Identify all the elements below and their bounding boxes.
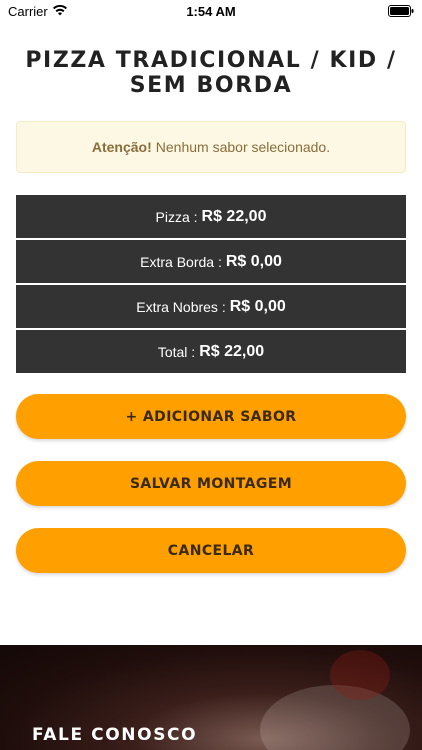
- summary-value: R$ 0,00: [225, 252, 282, 270]
- alert-strong: Atenção!: [91, 139, 152, 155]
- summary-value: R$ 22,00: [199, 342, 265, 360]
- summary-label: Pizza :: [155, 208, 198, 225]
- status-bar: Carrier 1:54 AM: [0, 0, 422, 22]
- summary-row-extra-nobres: Extra Nobres : R$ 0,00: [16, 285, 406, 328]
- summary-row-extra-borda: Extra Borda : R$ 0,00: [16, 240, 406, 283]
- summary-label: Extra Borda :: [140, 253, 222, 270]
- summary-value: R$ 22,00: [201, 207, 267, 225]
- footer-title: FALE CONOSCO: [32, 725, 198, 745]
- save-assembly-button[interactable]: SALVAR MONTAGEM: [16, 461, 406, 506]
- footer-background-decoration: [260, 685, 410, 750]
- cancel-button[interactable]: CANCELAR: [16, 528, 406, 573]
- no-flavor-alert: Atenção! Nenhum sabor selecionado.: [16, 121, 406, 173]
- summary-row-total: Total : R$ 22,00: [16, 330, 406, 373]
- battery-icon: [388, 5, 414, 17]
- price-summary: Pizza : R$ 22,00 Extra Borda : R$ 0,00 E…: [16, 195, 406, 375]
- summary-label: Extra Nobres :: [136, 298, 226, 315]
- page-title: PIZZA TRADICIONAL / KID / SEM BORDA: [25, 48, 397, 98]
- summary-row-pizza: Pizza : R$ 22,00: [16, 195, 406, 238]
- add-flavor-button[interactable]: + ADICIONAR SABOR: [16, 394, 406, 439]
- footer: FALE CONOSCO: [0, 645, 422, 750]
- footer-background-decoration: [330, 650, 390, 700]
- summary-label: Total :: [157, 343, 196, 360]
- alert-message: Nenhum sabor selecionado.: [155, 139, 331, 155]
- clock: 1:54 AM: [186, 4, 236, 19]
- summary-value: R$ 0,00: [229, 297, 286, 315]
